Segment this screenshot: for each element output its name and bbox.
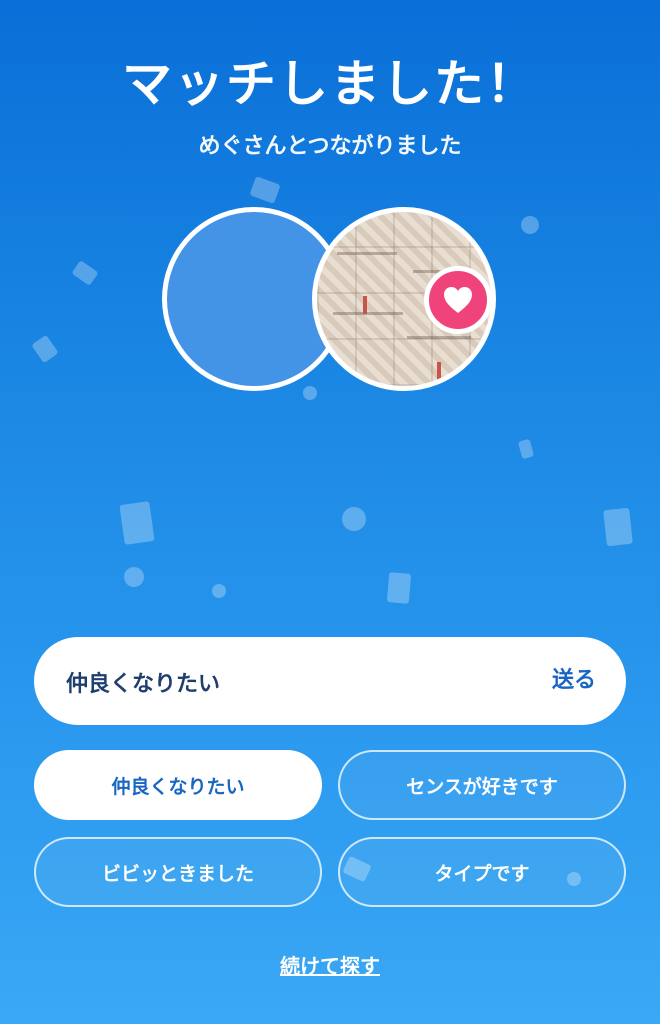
heart-icon [444,287,472,313]
quick-reply-chip[interactable]: タイプです [338,837,626,907]
match-heart-badge [424,266,492,334]
page-title: マッチしました！ [122,55,538,113]
send-button[interactable]: 送る [552,659,596,703]
continue-search-link[interactable]: 続けて探す [0,950,660,979]
confetti-piece [342,507,366,531]
confetti-piece [31,334,59,364]
confetti-piece [303,386,317,400]
confetti-piece [124,567,144,587]
confetti-piece [71,260,99,286]
quick-reply-chip[interactable]: ビビッときました [34,837,322,907]
confetti-piece [119,501,155,545]
message-bar: 送る [34,637,626,725]
confetti-piece [386,572,412,604]
confetti-piece [603,507,633,547]
confetti-piece [249,176,281,204]
quick-reply-chip[interactable]: 仲良くなりたい [34,750,322,820]
confetti-piece [521,216,539,234]
match-subtitle: めぐさんとつながりました [198,134,462,159]
confetti-piece [517,438,535,460]
quick-reply-chip[interactable]: センスが好きです [338,750,626,820]
message-input[interactable] [64,659,498,705]
confetti-piece [212,584,226,598]
